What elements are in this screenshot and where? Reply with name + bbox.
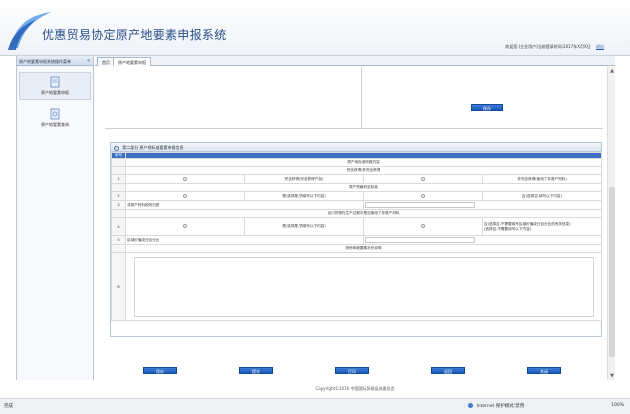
print-button[interactable]: 打印 xyxy=(335,367,369,374)
table-row: 2 是(选择是,须填写以下内容) 否(选择否,填写以下内容) xyxy=(111,191,602,201)
sidebar-title: 原产地要素申报系统操作菜单 xyxy=(19,59,71,64)
upper-save-button[interactable]: 保存 xyxy=(471,104,503,111)
search-document-icon xyxy=(50,108,60,120)
scroll-thumb[interactable] xyxy=(609,187,615,357)
zoom-level[interactable]: 100% xyxy=(611,403,624,408)
table-row: 3 非原产材料税则归类 xyxy=(111,200,602,210)
radio-cell[interactable] xyxy=(363,191,483,201)
back-button[interactable]: 返回 xyxy=(431,367,465,374)
sidebar-item-label: 原产地要素申报 xyxy=(41,90,69,95)
zone-text: Internet 保护模式:禁用 xyxy=(476,404,525,409)
sidebar-item-declare[interactable]: 原产地要素申报 xyxy=(19,72,91,100)
row-left: 是(选择是,须填写以下内容) xyxy=(244,191,364,201)
row-text: 完全获得/非完全获得 xyxy=(125,166,602,175)
rvc-input[interactable] xyxy=(365,237,475,243)
main-content: 保存 第二部分 原产地标准要素申报信息 序号 原产地标准申报内容 完全获得/非完… xyxy=(95,67,615,380)
row-text: 非原产材料税则归类 xyxy=(125,200,364,210)
user-info: 欢迎您:(企业用户)当前登录时间:2017年X月X日 退出 xyxy=(505,44,604,50)
row-right-line2: (选择否,不需要填写以下内容) xyxy=(484,226,532,231)
globe-icon xyxy=(468,403,473,408)
radio-button[interactable] xyxy=(421,193,425,198)
upper-pane: 保存 xyxy=(105,67,603,129)
panel-header: 第二部分 原产地标准要素申报信息 xyxy=(111,143,601,152)
row-text: 原产资格判定标准 xyxy=(125,183,602,192)
sidebar: 原产地要素申报系统操作菜单 « 原产地要素申报 原产地要素查询 xyxy=(16,56,94,380)
row-left: 是(选择是,须填写以下内容) xyxy=(244,217,364,236)
row-num: 5 xyxy=(111,235,126,245)
row-num xyxy=(111,183,126,192)
tab-strip: 首页 原产地要素申报 xyxy=(95,56,615,66)
table-row: 5 区域价值成分百分比 xyxy=(111,235,602,245)
row-right-line1: 否(选择否,不需要填写区域价值成分百分比的有关信息) xyxy=(484,221,571,226)
sidebar-header: 原产地要素申报系统操作菜单 « xyxy=(17,56,93,66)
app-title: 优惠贸易协定原产地要素申报系统 xyxy=(42,28,227,42)
row-right: 非完全获得(使用了非原产材料) xyxy=(482,174,602,184)
input-cell[interactable] xyxy=(363,235,602,245)
radio-button[interactable] xyxy=(421,176,425,181)
row-num xyxy=(111,158,126,167)
row-right: 否(选择否,不需要填写区域价值成分百分比的有关信息) (选择否,不需要填写以下内… xyxy=(482,217,602,236)
pane-divider xyxy=(361,67,362,129)
tab-declare[interactable]: 原产地要素申报 xyxy=(113,57,151,66)
table-row: 其他申报要素补充说明 xyxy=(111,244,602,253)
save-button[interactable]: 保存 xyxy=(143,367,177,374)
table-row: 完全获得/非完全获得 xyxy=(111,166,602,175)
logout-link[interactable]: 退出 xyxy=(596,44,604,49)
panel-title: 第二部分 原产地标准要素申报信息 xyxy=(122,145,184,150)
row-text: 原产地标准申报内容 xyxy=(125,158,602,167)
radio-cell[interactable] xyxy=(125,217,245,236)
app-window: 优惠贸易协定原产地要素申报系统 欢迎您:(企业用户)当前登录时间:2017年X月… xyxy=(0,0,630,414)
radio-cell[interactable] xyxy=(363,174,483,184)
collapse-icon[interactable]: « xyxy=(87,58,90,64)
panel-bullet-icon xyxy=(114,145,119,151)
row-num xyxy=(111,209,126,218)
row-text: 区域价值成分百分比 xyxy=(125,235,364,245)
origin-criteria-panel: 第二部分 原产地标准要素申报信息 序号 原产地标准申报内容 完全获得/非完全获得… xyxy=(110,142,602,337)
sidebar-item-label: 原产地要素查询 xyxy=(41,122,69,127)
user-info-text: 欢迎您:(企业用户)当前登录时间:2017年X月X日 xyxy=(505,44,591,49)
table-row: 6 xyxy=(111,252,602,321)
sidebar-item-query[interactable]: 原产地要素查询 xyxy=(17,108,93,128)
submit-button[interactable]: 提交 xyxy=(239,367,273,374)
radio-cell[interactable] xyxy=(363,217,483,236)
close-button[interactable]: 关闭 xyxy=(527,367,561,374)
radio-button[interactable] xyxy=(183,224,187,228)
row-left: 完全获得(完全获得产品) xyxy=(244,174,364,184)
row-num: 1 xyxy=(111,174,126,184)
status-text: 完成 xyxy=(4,404,13,409)
row-num xyxy=(111,244,126,253)
textarea-cell[interactable] xyxy=(125,252,602,321)
radio-cell[interactable] xyxy=(125,174,245,184)
radio-button[interactable] xyxy=(421,224,425,228)
security-zone: Internet 保护模式:禁用 xyxy=(468,403,524,409)
radio-cell[interactable] xyxy=(125,191,245,201)
row-num: 4 xyxy=(111,217,126,236)
row-text: 出口货物在生产过程中是否使用了非原产材料 xyxy=(125,209,602,218)
row-right: 否(选择否,填写以下内容) xyxy=(482,191,602,201)
radio-button[interactable] xyxy=(183,193,187,198)
scroll-up-icon[interactable]: ▲ xyxy=(609,68,615,74)
criteria-table: 序号 原产地标准申报内容 完全获得/非完全获得 1 完全获得(完全获得产品) 非… xyxy=(111,152,602,321)
table-row: 4 是(选择是,须填写以下内容) 否(选择否,不需要填写区域价值成分百分比的有关… xyxy=(111,217,602,236)
table-row: 原产地标准申报内容 xyxy=(111,158,602,167)
copyright: Copyright©2016 中国国际贸易促进委员会 xyxy=(315,386,395,391)
table-row: 出口货物在生产过程中是否使用了非原产材料 xyxy=(111,209,602,218)
document-icon xyxy=(50,76,60,88)
row-num: 3 xyxy=(111,200,126,210)
table-row: 原产资格判定标准 xyxy=(111,183,602,192)
browser-statusbar: 完成 Internet 保护模式:禁用 100% xyxy=(0,398,630,414)
app-header: 优惠贸易协定原产地要素申报系统 欢迎您:(企业用户)当前登录时间:2017年X月… xyxy=(0,0,630,56)
tariff-input[interactable] xyxy=(365,202,475,208)
input-cell[interactable] xyxy=(363,200,602,210)
row-text: 其他申报要素补充说明 xyxy=(125,244,602,253)
radio-button[interactable] xyxy=(183,176,187,181)
vertical-scrollbar[interactable]: ▲ ▼ xyxy=(607,67,615,380)
supplement-textarea[interactable] xyxy=(133,256,594,317)
row-num: 6 xyxy=(111,252,126,321)
row-num: 2 xyxy=(111,191,126,201)
table-row: 1 完全获得(完全获得产品) 非完全获得(使用了非原产材料) xyxy=(111,174,602,184)
scroll-down-icon[interactable]: ▼ xyxy=(609,373,615,379)
row-num xyxy=(111,166,126,175)
